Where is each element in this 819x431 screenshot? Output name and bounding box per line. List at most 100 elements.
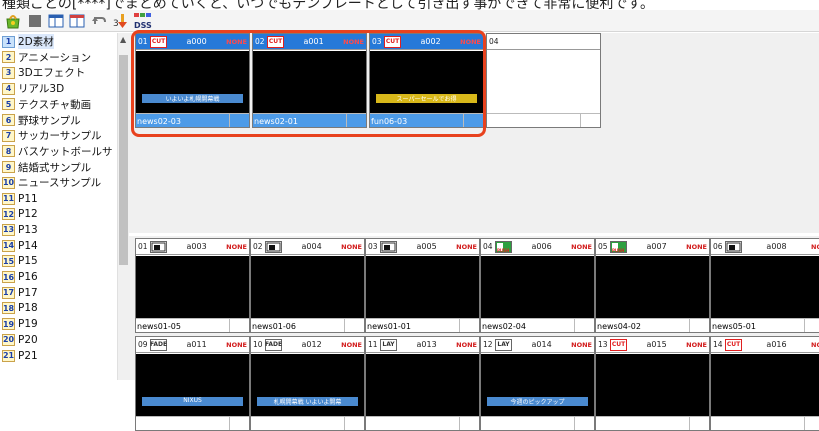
template-cell[interactable]: 11 LAY a013 NONE bbox=[365, 336, 480, 431]
transition-icon[interactable]: CUT bbox=[610, 338, 627, 351]
template-cell[interactable]: 02 a004 NONE news01-06 bbox=[250, 238, 365, 333]
sidebar-item-21[interactable]: 21 P21 bbox=[2, 349, 38, 362]
sidebar-item-4[interactable]: 4 リアル3D bbox=[2, 82, 64, 95]
none-badge[interactable]: NONE bbox=[456, 341, 479, 349]
transition-icon[interactable]: LAY bbox=[380, 338, 397, 351]
cell-footer bbox=[481, 416, 594, 430]
sidebar-item-6[interactable]: 6 野球サンプル bbox=[2, 114, 81, 127]
sidebar-item-11[interactable]: 11 P11 bbox=[2, 192, 38, 205]
cell-filename: news04-02 bbox=[597, 321, 641, 331]
sidebar-item-12[interactable]: 12 P12 bbox=[2, 208, 38, 221]
transition-icon[interactable] bbox=[725, 240, 742, 253]
cell-footer bbox=[487, 113, 600, 127]
none-badge[interactable]: NONE bbox=[341, 243, 364, 251]
sidebar-item-label: 野球サンプル bbox=[18, 114, 81, 127]
template-cell[interactable]: 13 CUT a015 NONE bbox=[595, 336, 710, 431]
sidebar-item-20[interactable]: 20 P20 bbox=[2, 333, 38, 346]
cell-header: 02 a004 NONE bbox=[251, 239, 364, 255]
none-badge[interactable]: NONE bbox=[571, 341, 594, 349]
stop-icon[interactable] bbox=[26, 12, 44, 30]
cell-code: a014 bbox=[531, 340, 552, 349]
undo-icon[interactable] bbox=[90, 12, 108, 30]
sidebar-item-17[interactable]: 17 P17 bbox=[2, 286, 38, 299]
none-badge[interactable]: NONE bbox=[686, 341, 709, 349]
sidebar-item-16[interactable]: 16 P16 bbox=[2, 271, 38, 284]
cell-code: a006 bbox=[531, 242, 552, 251]
bag-icon[interactable] bbox=[4, 12, 22, 30]
transition-icon[interactable]: FADE bbox=[265, 338, 282, 351]
template-cell[interactable]: 01 a003 NONE news01-05 bbox=[135, 238, 250, 333]
transition-icon[interactable] bbox=[380, 240, 397, 253]
cell-footer: news05-01 bbox=[711, 318, 819, 332]
none-badge[interactable]: NONE bbox=[226, 243, 249, 251]
none-badge[interactable]: NO bbox=[811, 341, 819, 349]
sidebar-item-1[interactable]: 1 2D素材 bbox=[2, 34, 54, 49]
sidebar-item-8[interactable]: 8 バスケットボールサ bbox=[2, 145, 113, 158]
transition-icon[interactable]: PUSH bbox=[495, 240, 512, 253]
cell-header: 12 LAY a014 NONE bbox=[481, 337, 594, 353]
layout-icon[interactable] bbox=[47, 12, 65, 30]
cell-footer: news01-05 bbox=[136, 318, 249, 332]
template-cell[interactable]: 04 bbox=[486, 33, 601, 128]
thumbnail-preview bbox=[136, 256, 249, 318]
none-badge[interactable]: NONE bbox=[341, 341, 364, 349]
template-cell[interactable]: 09 FADE a011 NONE NIXUS bbox=[135, 336, 250, 431]
template-cell[interactable]: 12 LAY a014 NONE 今週のピックアップ bbox=[480, 336, 595, 431]
sidebar-item-5[interactable]: 5 テクスチャ動画 bbox=[2, 98, 91, 111]
none-badge[interactable]: NONE bbox=[456, 243, 479, 251]
none-badge[interactable]: NO bbox=[811, 243, 819, 251]
transition-icon[interactable] bbox=[150, 240, 167, 253]
sidebar-scrollbar[interactable]: ▲ bbox=[117, 33, 129, 380]
sidebar-item-14[interactable]: 14 P14 bbox=[2, 239, 38, 252]
cell-footer bbox=[366, 416, 479, 430]
svg-text:PUSH: PUSH bbox=[612, 248, 624, 252]
sidebar-item-9[interactable]: 9 結婚式サンプル bbox=[2, 161, 91, 174]
none-badge[interactable]: NONE bbox=[226, 341, 249, 349]
sidebar-item-19[interactable]: 19 P19 bbox=[2, 318, 38, 331]
cell-code: a008 bbox=[766, 242, 787, 251]
none-badge[interactable]: NONE bbox=[571, 243, 594, 251]
cell-footer: news04-02 bbox=[596, 318, 709, 332]
template-cell[interactable]: 06 a008 NO news05-01 bbox=[710, 238, 819, 333]
thumbnail-caption: NIXUS bbox=[142, 397, 243, 406]
footer-divider bbox=[804, 319, 819, 332]
template-cell[interactable]: 04 PUSH a006 NONE news02-04 bbox=[480, 238, 595, 333]
template-cell[interactable]: 03 a005 NONE news01-01 bbox=[365, 238, 480, 333]
template-cell[interactable]: 14CUT a016 NO bbox=[710, 336, 819, 431]
template-cell[interactable]: 05 PUSH a007 NONE news04-02 bbox=[595, 238, 710, 333]
cell-code: a012 bbox=[301, 340, 322, 349]
sidebar-item-10[interactable]: 10 ニュースサンプル bbox=[2, 176, 101, 189]
footer-divider bbox=[344, 417, 364, 430]
template-cell[interactable]: 10 FADE a012 NONE 札幌開幕戦 いよいよ開幕 bbox=[250, 336, 365, 431]
scroll-up-icon[interactable]: ▲ bbox=[120, 35, 126, 44]
scrollbar-thumb[interactable] bbox=[119, 55, 128, 265]
page-list-sidebar: 1 2D素材 2 アニメーション 3 3Dエフェクト 4 リアル3D 5 テクスチャ動画 6 野球サン… bbox=[0, 33, 117, 380]
cell-header: 10 FADE a012 NONE bbox=[251, 337, 364, 353]
page-number-badge: 21 bbox=[2, 349, 15, 362]
footer-divider bbox=[229, 417, 249, 430]
sidebar-item-label: テクスチャ動画 bbox=[18, 98, 92, 111]
transition-icon[interactable] bbox=[265, 240, 282, 253]
lower-template-panel: 01 a003 NONE news01-05 02 a004 NONE news01-06 03… bbox=[129, 236, 819, 431]
transition-icon[interactable]: LAY bbox=[495, 338, 512, 351]
import-icon[interactable]: 3 bbox=[112, 12, 130, 30]
selection-highlight bbox=[131, 30, 486, 137]
none-badge[interactable]: NONE bbox=[686, 243, 709, 251]
window-icon[interactable] bbox=[68, 12, 86, 30]
sidebar-item-3[interactable]: 3 3Dエフェクト bbox=[2, 66, 85, 79]
cell-index: 04 bbox=[489, 37, 499, 46]
transition-icon[interactable]: PUSH bbox=[610, 240, 627, 253]
sidebar-item-7[interactable]: 7 サッカーサンプル bbox=[2, 129, 101, 142]
dss-icon[interactable]: DSS bbox=[133, 12, 155, 30]
transition-icon[interactable]: FADE bbox=[150, 338, 167, 351]
sidebar-item-label: バスケットボールサ bbox=[18, 145, 113, 158]
cell-code: a005 bbox=[416, 242, 437, 251]
sidebar-item-13[interactable]: 13 P13 bbox=[2, 223, 38, 236]
footer-divider bbox=[459, 417, 479, 430]
transition-icon[interactable]: CUT bbox=[725, 338, 742, 351]
sidebar-item-18[interactable]: 18 P18 bbox=[2, 302, 38, 315]
sidebar-item-15[interactable]: 15 P15 bbox=[2, 255, 38, 268]
sidebar-item-2[interactable]: 2 アニメーション bbox=[2, 51, 91, 64]
thumbnail-preview: NIXUS bbox=[136, 354, 249, 416]
cell-footer bbox=[711, 416, 819, 430]
